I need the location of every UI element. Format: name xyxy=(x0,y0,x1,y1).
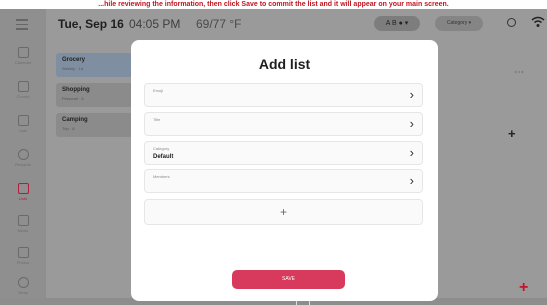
field-label: Title xyxy=(153,117,161,122)
list-subtitle: Weekly · 14 xyxy=(62,66,84,71)
rail-label: Sleep xyxy=(17,290,29,295)
add-item-icon[interactable]: + xyxy=(508,126,516,141)
field-label: Emoji xyxy=(153,88,164,93)
top-bar: Tue, Sep 16 04:05 PM 69/77 °F A B ● ▾ Ca… xyxy=(46,9,547,39)
list-icon xyxy=(17,183,29,194)
navigation-rail: Calendar Chores Lists Rewards Lists Meal… xyxy=(0,9,46,298)
field-label: Members xyxy=(153,174,170,179)
list-subtitle: Trip · 8 xyxy=(62,126,75,131)
chores-icon xyxy=(17,81,29,92)
rail-label: Rewards xyxy=(15,162,31,167)
field-label: Category xyxy=(153,146,170,151)
menu-icon[interactable] xyxy=(16,19,28,30)
rail-item-calendar[interactable]: Calendar xyxy=(0,47,46,75)
family-avatars[interactable]: A B ● ▾ xyxy=(374,16,420,31)
list-card[interactable]: Shopping Personal · 6 xyxy=(56,83,132,107)
rail-item-rewards[interactable]: Rewards xyxy=(0,149,46,177)
list-card[interactable]: Camping Trip · 8 xyxy=(56,113,132,137)
list-card[interactable]: Grocery Weekly · 14 xyxy=(56,53,132,77)
members-field[interactable]: Members › xyxy=(144,169,423,193)
add-item-button[interactable]: + xyxy=(144,199,423,225)
title-field[interactable]: Title › xyxy=(144,112,423,136)
save-button[interactable]: SAVE xyxy=(232,270,345,289)
wifi-icon xyxy=(531,16,545,27)
more-options-icon[interactable]: ⋯ xyxy=(514,67,524,78)
rail-item-lists[interactable]: Lists xyxy=(0,115,46,143)
chevron-right-icon: › xyxy=(409,145,414,160)
rail-item-photos[interactable]: Photos xyxy=(0,247,46,275)
rail-label: Photos xyxy=(16,260,30,265)
temperature-label: 69/77 °F xyxy=(196,17,242,31)
rail-label: Lists xyxy=(18,128,28,133)
list-subtitle: Personal · 6 xyxy=(62,96,84,101)
category-dropdown[interactable]: Category ▾ xyxy=(435,16,483,31)
instruction-banner: ...hile reviewing the information, then … xyxy=(0,0,547,9)
sleep-icon xyxy=(17,277,29,288)
list-title: Shopping xyxy=(62,87,90,93)
chevron-right-icon: › xyxy=(409,116,414,131)
rail-label: Meals xyxy=(17,228,29,233)
rail-label: Chores xyxy=(16,94,30,99)
chevron-right-icon: › xyxy=(409,87,414,102)
lists-column: Grocery Weekly · 14 Shopping Personal · … xyxy=(56,53,132,143)
list-title: Camping xyxy=(62,117,88,123)
chevron-right-icon: › xyxy=(409,173,414,188)
rail-item-meals[interactable]: Meals xyxy=(0,215,46,243)
rail-item-sleep[interactable]: Sleep xyxy=(0,277,46,305)
add-list-fab-icon[interactable]: + xyxy=(519,279,528,297)
list-title: Grocery xyxy=(62,57,86,63)
lists-icon xyxy=(17,115,29,126)
rail-label: Lists xyxy=(18,196,28,201)
app-background: Calendar Chores Lists Rewards Lists Meal… xyxy=(0,9,547,305)
dialog-title: Add list xyxy=(258,56,311,72)
category-field[interactable]: Category Default › xyxy=(144,141,423,165)
rail-item-list-active[interactable]: Lists xyxy=(0,183,46,211)
date-label: Tue, Sep 16 xyxy=(58,17,124,31)
rewards-icon xyxy=(17,149,29,160)
rail-item-chores[interactable]: Chores xyxy=(0,81,46,109)
calendar-icon xyxy=(17,47,29,58)
photos-icon xyxy=(17,247,29,258)
rail-label: Calendar xyxy=(14,60,32,65)
add-list-dialog: Add list Emoji › Title › Category Defaul… xyxy=(131,40,438,301)
search-icon[interactable] xyxy=(507,18,516,27)
field-value: Default xyxy=(153,154,174,160)
time-label: 04:05 PM xyxy=(129,17,181,31)
emoji-field[interactable]: Emoji › xyxy=(144,83,423,107)
meals-icon xyxy=(17,215,29,226)
